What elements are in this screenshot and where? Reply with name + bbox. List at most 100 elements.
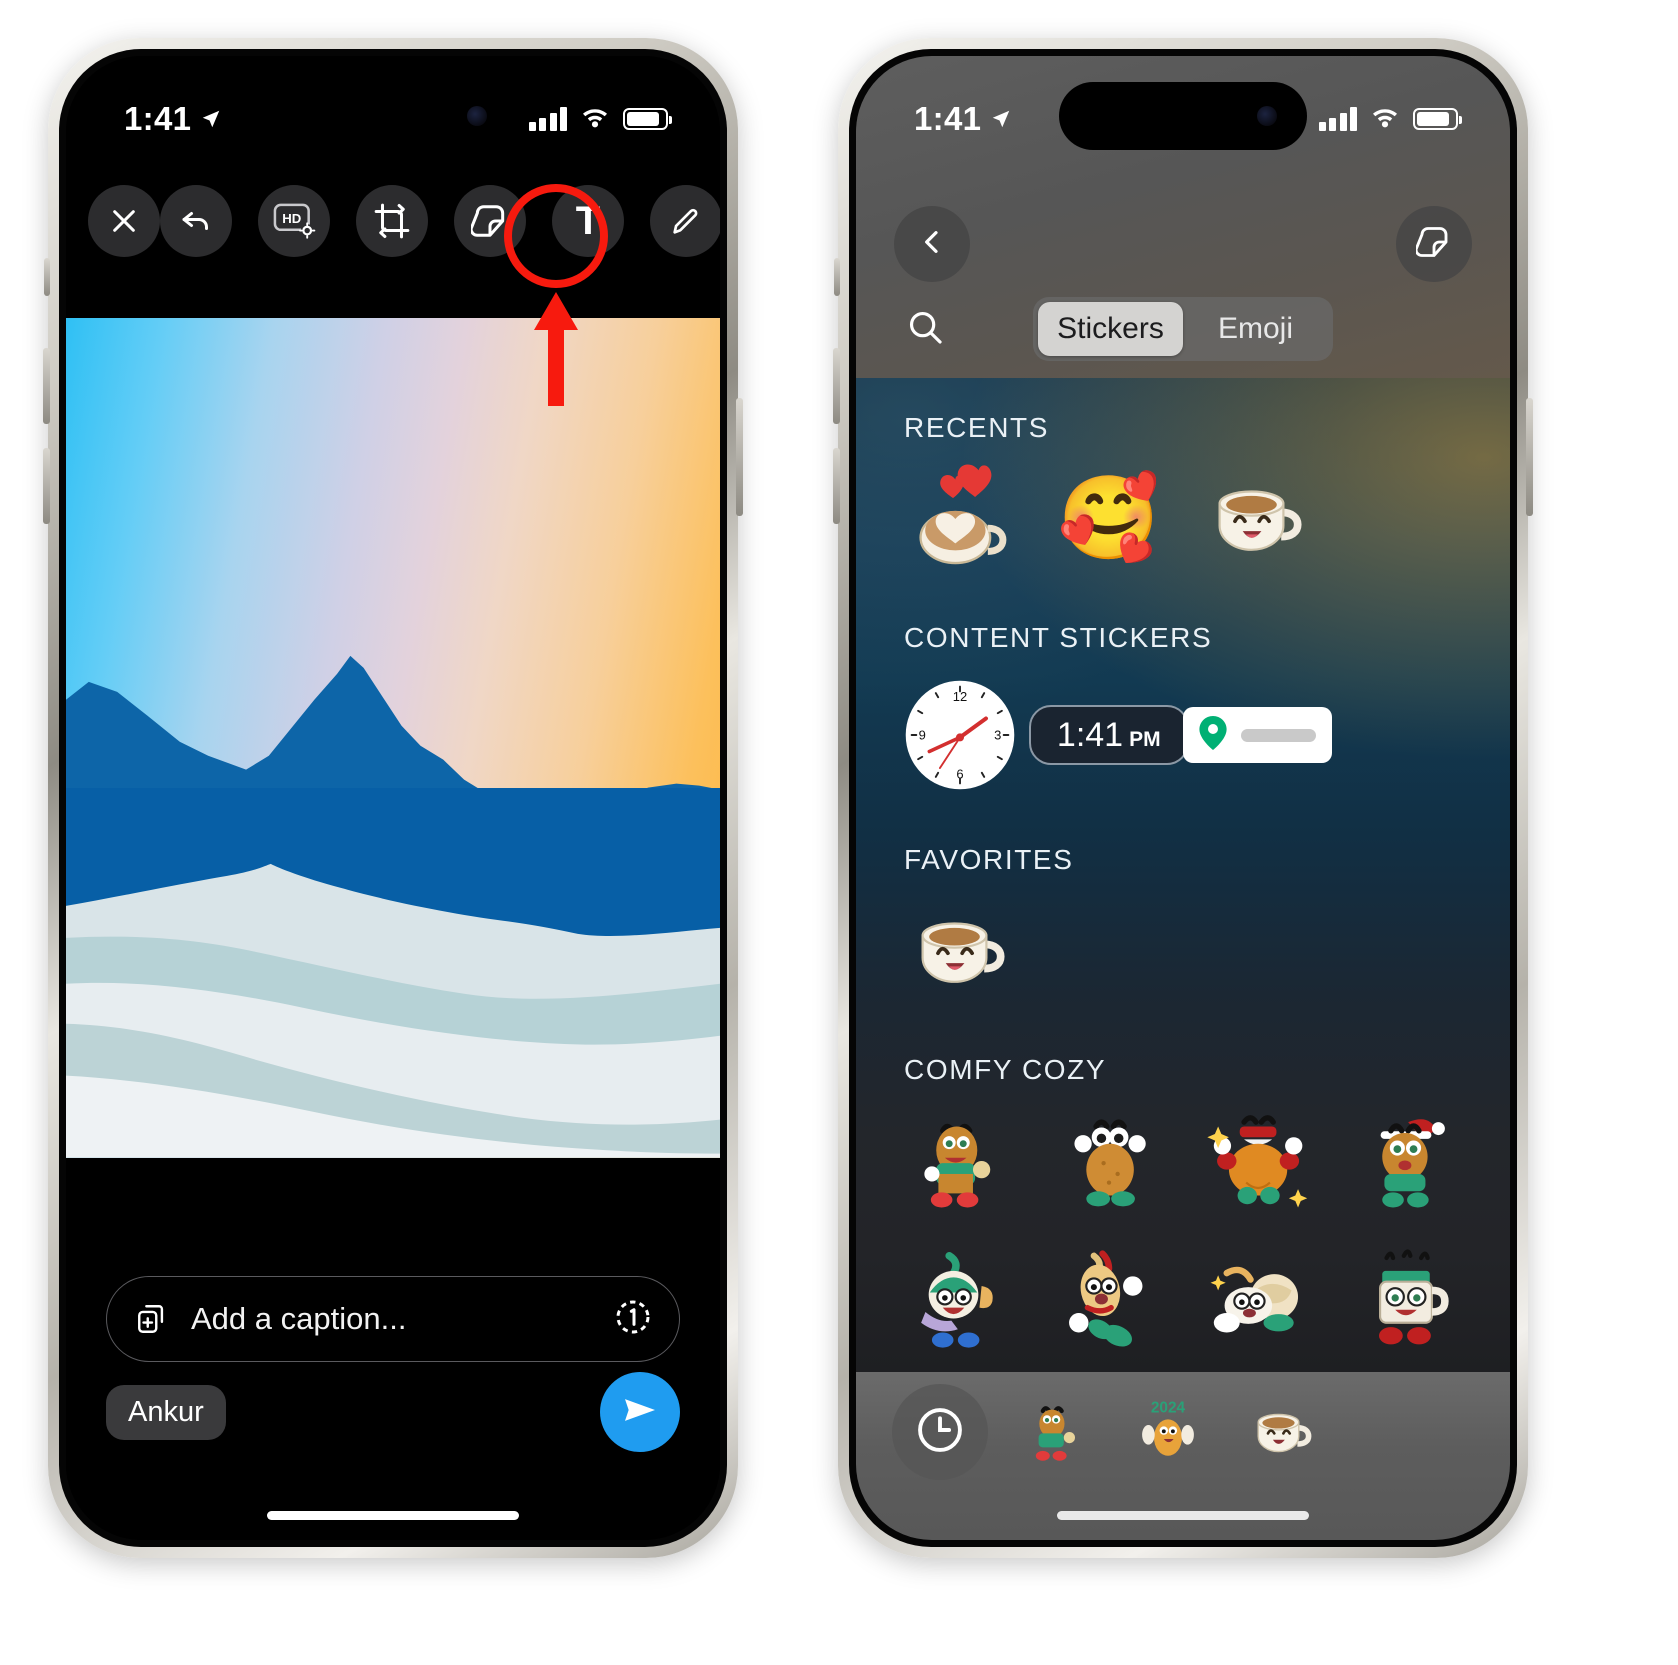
home-indicator[interactable] [267,1511,519,1520]
content-stickers-row: 12 3 6 9 1:41 PM [856,660,1510,810]
svg-text:HD: HD [282,211,301,226]
year-label: 2024 [1151,1399,1186,1416]
croissant-waving-sticker[interactable] [1035,1230,1184,1368]
location-chip [1183,707,1332,763]
dumpling-thumbsup-sticker[interactable] [886,1230,1035,1368]
add-photo-icon[interactable] [135,1302,169,1336]
status-indicators [528,105,672,133]
arrow-annotation [534,292,578,406]
happy-teacup-sticker[interactable] [1183,450,1332,588]
time-pill-value: 1:41 [1056,716,1124,754]
gingerbread-santa-sticker[interactable] [1332,1092,1481,1230]
volume-up-button[interactable] [833,348,840,424]
sticker-picker-nav [856,206,1510,284]
home-indicator[interactable] [1057,1511,1309,1520]
new-year-2024-sticker: 2024 [1142,1399,1194,1456]
battery-icon [1413,108,1462,130]
editor-toolbar: HD T [66,166,720,276]
draw-button[interactable] [650,185,720,257]
teacup-pack-tab[interactable] [1234,1384,1330,1480]
empty-slot [1332,660,1481,810]
smiling-face-with-hearts-emoji[interactable]: 🥰 [1035,450,1184,588]
wifi-icon [580,105,610,133]
photo-dunes [66,788,720,1158]
empty-slot [1332,450,1481,588]
right-phone-frame: RECENTS 🥰 CONTENT STICKERS 12 3 6 9 1:41… [833,38,1533,1558]
sticker-toggle-button[interactable] [1396,206,1472,282]
potato-peace-sticker[interactable] [1035,1092,1184,1230]
stickers-emoji-segmented-control[interactable]: Stickers Emoji [1033,297,1333,361]
hd-icon: HD [272,201,316,241]
text-icon: T [575,199,601,243]
recents-row: 🥰 [856,450,1510,588]
location-placeholder-bar [1241,728,1316,742]
hd-quality-button[interactable]: HD [258,185,330,257]
favorites-row [856,882,1510,1020]
mug-smiling-sticker[interactable] [1332,1230,1481,1368]
turkey-cheer-sticker[interactable] [1183,1092,1332,1230]
location-sticker[interactable] [1183,660,1332,810]
left-phone-frame: HD T Add a caption... Ankur 1:41 [43,38,743,1558]
send-icon [620,1390,660,1435]
analog-clock-sticker[interactable]: 12 3 6 9 [886,660,1035,810]
sticker-search-row: Stickers Emoji [856,294,1510,364]
close-button[interactable] [88,185,160,257]
status-time: 1:41 [124,100,192,137]
power-button[interactable] [1526,398,1533,516]
empty-slot [1183,882,1332,1020]
silent-switch[interactable] [834,258,840,296]
section-title-content-stickers: CONTENT STICKERS [904,622,1213,653]
photo-editor: HD T Add a caption... Ankur [66,56,720,1540]
gingerbread-walking-sticker[interactable] [886,1092,1035,1230]
right-phone-screen: RECENTS 🥰 CONTENT STICKERS 12 3 6 9 1:41… [856,56,1510,1540]
photo-preview[interactable] [66,318,720,1158]
recents-tab[interactable] [892,1384,988,1480]
text-button[interactable]: T [552,185,624,257]
emoji-glyph: 🥰 [1057,473,1160,564]
map-pin-icon [1199,715,1227,755]
pencil-icon [669,204,703,238]
silent-switch[interactable] [44,258,50,296]
sticker-scroll-area[interactable]: RECENTS 🥰 CONTENT STICKERS 12 3 6 9 1:41… [856,378,1510,1372]
section-title-comfy-cozy: COMFY COZY [904,1054,1107,1085]
time-sticker[interactable]: 1:41 PM [1028,660,1189,810]
sticker-icon [471,202,509,240]
clock-label-12: 12 [953,689,967,704]
crop-icon [373,202,411,240]
status-time-group: 1:41 [914,100,1012,138]
volume-down-button[interactable] [43,448,50,524]
time-pill: 1:41 PM [1028,705,1189,765]
caption-input[interactable]: Add a caption... [191,1301,591,1337]
view-once-icon[interactable] [613,1297,653,1342]
power-button[interactable] [736,398,743,516]
sticker-pack-tabs: 2024 [856,1372,1510,1492]
volume-down-button[interactable] [833,448,840,524]
back-button[interactable] [894,206,970,282]
search-icon[interactable] [906,308,944,351]
happy-teacup-sticker[interactable] [886,882,1035,1020]
tab-emoji[interactable]: Emoji [1183,302,1328,356]
clock-label-3: 3 [994,728,1001,743]
new-year-pack-tab[interactable]: 2024 [1120,1384,1216,1480]
gingerbread-sticker [1035,1406,1075,1461]
cellular-signal-icon [1318,107,1357,131]
send-button[interactable] [600,1372,680,1452]
status-indicators [1318,105,1462,133]
tab-stickers[interactable]: Stickers [1038,302,1183,356]
empty-slot [1035,882,1184,1020]
location-arrow-icon [200,108,222,130]
sticker-picker: RECENTS 🥰 CONTENT STICKERS 12 3 6 9 1:41… [856,56,1510,1540]
gingerbread-pack-tab[interactable] [1006,1384,1102,1480]
recipient-chip[interactable]: Ankur [106,1384,226,1440]
caption-bar[interactable]: Add a caption... [106,1276,680,1362]
crop-rotate-button[interactable] [356,185,428,257]
cellular-signal-icon [528,107,567,131]
volume-up-button[interactable] [43,348,50,424]
sticker-button[interactable] [454,185,526,257]
undo-button[interactable] [160,185,232,257]
clock-label-6: 6 [957,767,964,782]
cinnamon-roll-lying-sticker[interactable] [1183,1230,1332,1368]
latte-heart-sticker[interactable] [886,450,1035,588]
left-phone-bezel: HD T Add a caption... Ankur 1:41 [59,49,727,1547]
clock-label-9: 9 [919,728,926,743]
